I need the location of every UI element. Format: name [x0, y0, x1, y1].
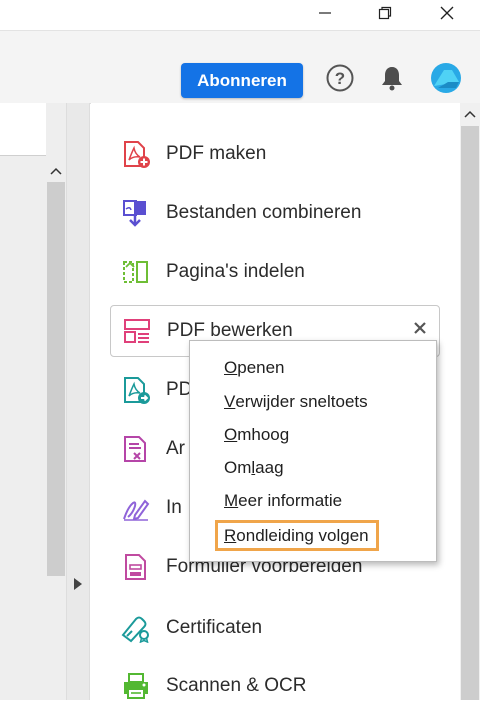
menu-item-label: mhoog [237, 425, 290, 444]
menu-item-move-up[interactable]: Omhoog [224, 422, 289, 448]
menu-item-label: Om [224, 458, 252, 477]
organize-pages-icon [120, 256, 152, 288]
scan-ocr-icon [120, 670, 152, 702]
combine-files-icon [120, 197, 152, 229]
collapse-panel-button[interactable] [70, 576, 86, 596]
help-button[interactable]: ? [324, 64, 356, 96]
menu-item-label: erwijder sneltoets [235, 392, 368, 411]
tool-label: Ar [166, 438, 185, 459]
bell-icon [379, 64, 405, 97]
chevron-up-icon [50, 162, 62, 180]
document-page [0, 103, 46, 156]
create-pdf-icon [120, 138, 152, 170]
tool-label: PDF bewerken [167, 320, 293, 341]
document-scroll-up[interactable] [46, 160, 66, 182]
help-icon: ? [325, 63, 355, 98]
menu-item-open[interactable]: Openen [224, 355, 285, 381]
menu-item-label: eer informatie [238, 491, 343, 510]
menu-item-mnemonic: M [224, 491, 239, 510]
redact-icon [120, 433, 152, 465]
account-avatar[interactable] [429, 62, 463, 99]
fill-sign-icon [120, 492, 152, 524]
avatar-icon [430, 62, 462, 99]
document-scrollbar-thumb[interactable] [47, 182, 65, 576]
menu-item-mnemonic: O [224, 425, 238, 444]
remove-tool-button[interactable] [408, 318, 432, 342]
menu-item-highlight [215, 520, 379, 551]
menu-item-label: aag [255, 458, 284, 477]
menu-item-label: penen [237, 358, 285, 377]
export-pdf-icon [120, 374, 152, 406]
tool-scan-ocr[interactable]: Scannen & OCR [110, 660, 440, 712]
tool-label: In [166, 497, 182, 518]
tool-label: Pagina's indelen [166, 261, 305, 282]
menu-item-more-info[interactable]: Meer informatie [224, 488, 342, 514]
close-icon [439, 5, 455, 26]
tool-label: Bestanden combineren [166, 202, 362, 223]
chevron-up-icon [464, 105, 476, 123]
close-window-button[interactable] [424, 0, 470, 30]
menu-item-mnemonic: V [224, 392, 236, 411]
triangle-right-icon [73, 577, 83, 596]
tool-label: Scannen & OCR [166, 675, 307, 696]
close-icon [413, 321, 427, 340]
tool-label: Certificaten [166, 617, 263, 638]
subscribe-button[interactable]: Abonneren [181, 63, 303, 98]
notifications-button[interactable] [376, 64, 408, 96]
restore-icon [378, 6, 392, 25]
certificates-icon [120, 612, 152, 644]
tool-organize-pages[interactable]: Pagina's indelen [110, 246, 440, 298]
menu-item-remove-shortcut[interactable]: Verwijder sneltoets [224, 389, 368, 415]
tool-certificates[interactable]: Certificaten [110, 602, 440, 654]
tools-scroll-up[interactable] [460, 103, 480, 125]
minimize-icon [318, 6, 332, 25]
tool-combine-files[interactable]: Bestanden combineren [110, 187, 440, 239]
tools-scrollbar-thumb[interactable] [461, 126, 479, 700]
menu-item-move-down[interactable]: Om l aag [224, 455, 284, 481]
edit-pdf-icon [121, 315, 153, 347]
window-titlebar [0, 0, 480, 30]
panel-divider [66, 103, 90, 700]
tool-create-pdf[interactable]: PDF maken [110, 128, 440, 180]
tool-label: PDF maken [166, 143, 267, 164]
svg-text:?: ? [335, 69, 345, 88]
minimize-button[interactable] [302, 0, 348, 30]
restore-button[interactable] [362, 0, 408, 30]
prepare-form-icon [120, 551, 152, 583]
menu-item-mnemonic: O [224, 358, 238, 377]
